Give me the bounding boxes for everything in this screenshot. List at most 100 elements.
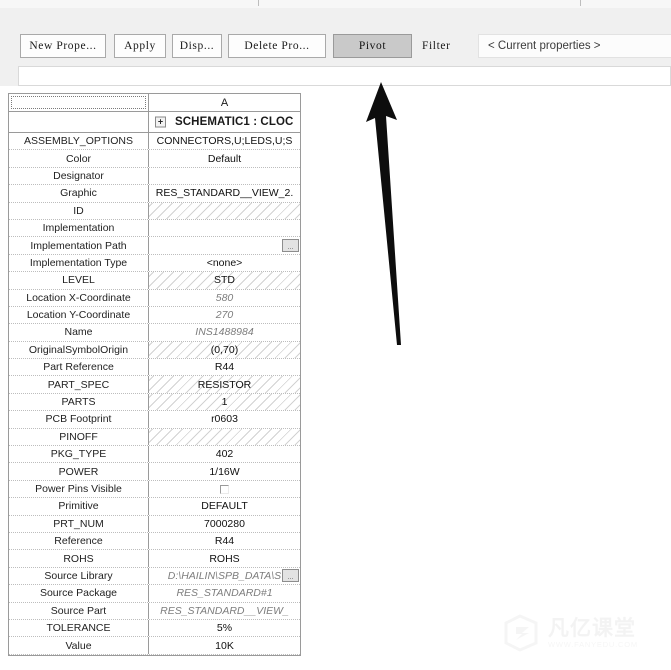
property-value-cell[interactable]: Default [149, 150, 300, 166]
property-value-text: Default [207, 152, 242, 165]
property-name-cell[interactable]: Name [9, 324, 149, 341]
filter-label: Filter [422, 40, 451, 52]
property-name-cell[interactable]: PRT_NUM [9, 515, 149, 532]
property-value-cell[interactable]: INS1488984 [149, 324, 300, 340]
table-row: Implementation [9, 219, 300, 238]
property-name-cell[interactable]: TOLERANCE [9, 619, 149, 637]
property-name-cell[interactable]: Primitive [9, 498, 149, 515]
apply-button[interactable]: Apply [114, 34, 166, 58]
property-value-cell[interactable]: CONNECTORS,U;LEDS,U;S [149, 133, 300, 149]
property-value-cell[interactable]: 1/16W [149, 463, 300, 479]
property-name-cell[interactable]: Implementation [9, 219, 149, 237]
property-value-text: D:\HAILIN\SPB_DATA\S [167, 569, 282, 582]
property-name-cell[interactable]: Designator [9, 167, 149, 185]
property-name-cell[interactable]: Power Pins Visible [9, 480, 149, 498]
property-value-cell[interactable]: RESISTOR [149, 376, 300, 393]
property-name-cell[interactable]: PCB Footprint [9, 411, 149, 428]
property-value-cell[interactable]: 270 [149, 307, 300, 323]
property-name-cell[interactable]: Implementation Path [9, 237, 149, 254]
property-name-cell[interactable]: ROHS [9, 550, 149, 567]
property-name-cell[interactable]: Value [9, 637, 149, 654]
table-row: PKG_TYPE 402 [9, 446, 300, 464]
table-row: POWER 1/16W [9, 463, 300, 481]
property-name-cell[interactable]: ID [9, 202, 149, 219]
table-row: Source Part RES_STANDARD__VIEW_ [9, 602, 300, 620]
property-name-cell[interactable]: LEVEL [9, 272, 149, 289]
property-value-cell[interactable]: RES_STANDARD__VIEW_ [149, 603, 300, 619]
watermark-url: WWW.FANYEDU.COM [548, 639, 638, 649]
corner-cell[interactable] [9, 94, 149, 111]
table-row: Primitive DEFAULT [9, 498, 300, 516]
property-value-cell[interactable]: 5% [149, 620, 300, 636]
app-window: New Prope... Apply Disp... Delete Pro... Piv… [0, 0, 671, 670]
property-name-cell[interactable]: Part Reference [9, 359, 149, 376]
property-value-cell[interactable] [149, 481, 300, 497]
property-value-cell[interactable]: D:\HAILIN\SPB_DATA\S... [149, 568, 300, 584]
property-value-cell[interactable]: ROHS [149, 550, 300, 566]
property-name-cell[interactable]: ASSEMBLY_OPTIONS [9, 133, 149, 150]
formula-input[interactable] [18, 66, 671, 86]
property-name-cell[interactable]: Graphic [9, 185, 149, 202]
property-name-cell[interactable]: Location X-Coordinate [9, 289, 149, 306]
property-value-cell[interactable]: (0,70) [149, 341, 300, 359]
filter-select[interactable]: < Current properties > [478, 34, 671, 58]
property-name-cell[interactable]: PARTS [9, 393, 149, 411]
property-value-cell[interactable]: DEFAULT [149, 498, 300, 514]
property-value-cell[interactable]: STD [149, 272, 300, 289]
property-value-cell[interactable]: R44 [149, 533, 300, 549]
schematic-title-text: SCHEMATIC1 : CLOC [175, 116, 294, 128]
property-value-cell[interactable]: RES_STANDARD#1 [149, 585, 300, 601]
property-value-cell[interactable]: 10K [149, 637, 300, 653]
display-button[interactable]: Disp... [172, 34, 222, 58]
property-name-cell[interactable]: Location Y-Coordinate [9, 306, 149, 324]
property-name-cell[interactable]: PART_SPEC [9, 376, 149, 393]
property-name-cell[interactable]: Reference [9, 532, 149, 550]
column-header-a[interactable]: A [149, 94, 300, 111]
property-name-cell[interactable]: Color [9, 150, 149, 167]
property-name-cell[interactable]: PINOFF [9, 428, 149, 446]
property-value-cell[interactable]: 1 [149, 393, 300, 411]
pivot-button[interactable]: Pivot [333, 34, 412, 58]
property-name-cell[interactable]: Source Package [9, 585, 149, 602]
grid-body: ASSEMBLY_OPTIONS CONNECTORS,U;LEDS,U;S Col… [9, 133, 300, 655]
ruler-tick [580, 0, 581, 6]
property-value-cell[interactable] [149, 202, 300, 219]
property-value-cell[interactable]: 580 [149, 290, 300, 306]
schematic-title-cell[interactable]: + SCHEMATIC1 : CLOC [149, 112, 300, 132]
new-property-button[interactable]: New Prope... [20, 34, 106, 58]
property-name-cell[interactable]: PKG_TYPE [9, 446, 149, 463]
table-row: Source Library D:\HAILIN\SPB_DATA\S... [9, 567, 300, 586]
property-value-text: CONNECTORS,U;LEDS,U;S [156, 135, 293, 148]
browse-button[interactable]: ... [282, 569, 299, 583]
property-value-cell[interactable]: R44 [149, 359, 300, 375]
title-row-label [9, 112, 149, 132]
property-value-cell[interactable]: ... [149, 237, 300, 253]
property-grid: A + SCHEMATIC1 : CLOC ASSEMBLY_OPTIONS CO… [8, 93, 301, 656]
property-value-cell[interactable]: 402 [149, 446, 300, 462]
table-row: ROHS ROHS [9, 550, 300, 568]
property-name-cell[interactable]: Source Part [9, 602, 149, 619]
property-name-cell[interactable]: Source Library [9, 567, 149, 585]
table-row: TOLERANCE 5% [9, 619, 300, 638]
property-value-text: 10K [215, 639, 234, 652]
property-value-cell[interactable]: <none> [149, 255, 300, 271]
table-row: PARTS 1 [9, 393, 300, 412]
property-name-cell[interactable]: OriginalSymbolOrigin [9, 341, 149, 359]
property-value-cell[interactable]: r0603 [149, 411, 300, 427]
property-value-cell[interactable]: RES_STANDARD__VIEW_2. [149, 185, 300, 201]
browse-button[interactable]: ... [282, 238, 299, 252]
property-value-cell[interactable] [149, 168, 300, 184]
delete-property-button[interactable]: Delete Pro... [228, 34, 326, 58]
expand-icon[interactable]: + [155, 116, 166, 128]
property-name-cell[interactable]: Implementation Type [9, 254, 149, 272]
annotation-arrow [366, 82, 401, 345]
property-value-cell[interactable] [149, 428, 300, 446]
property-value-cell[interactable]: 7000280 [149, 516, 300, 532]
property-name-cell[interactable]: POWER [9, 463, 149, 480]
property-value-text: STD [214, 274, 235, 287]
power-pins-visible-checkbox[interactable] [220, 484, 229, 494]
table-row: Graphic RES_STANDARD__VIEW_2. [9, 185, 300, 203]
property-value-text: <none> [206, 256, 243, 269]
ruler-tick [258, 0, 259, 6]
property-value-cell[interactable] [149, 220, 300, 236]
